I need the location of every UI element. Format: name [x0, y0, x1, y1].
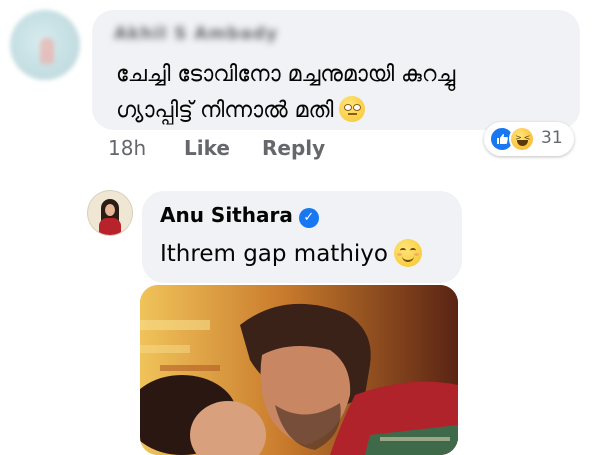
comment-author-name[interactable]: Akhil S Ambady: [114, 24, 278, 44]
reply-text: Ithrem gap mathiyo: [160, 239, 422, 267]
like-button[interactable]: Like: [184, 136, 230, 160]
reply-photo-attachment[interactable]: [140, 285, 458, 455]
reactions-count: 31: [541, 128, 563, 148]
verified-badge-icon: ✓: [298, 208, 319, 228]
reply-text-content: Ithrem gap mathiyo: [160, 241, 388, 267]
comment-text-line-1: ചേച്ചി ടോവിനോ മച്ചനുമായി കുറച്ചു: [116, 62, 456, 87]
smiling-face-emoji-icon: [393, 239, 422, 267]
reactions-summary[interactable]: >< 31: [484, 122, 574, 156]
reply-bubble: Anu Sithara ✓ Ithrem gap mathiyo: [142, 191, 462, 283]
rolling-eyes-emoji-icon: [339, 96, 366, 122]
photo-image: [140, 285, 458, 455]
comment-text-line-2: ഗ്യാപ്പിട്ട് നിന്നാൽ മതി: [116, 96, 366, 123]
comment-text-line-2-text: ഗ്യാപ്പിട്ട് നിന്നാൽ മതി: [116, 98, 334, 123]
avatar-figure: [40, 38, 54, 64]
reply-author-avatar[interactable]: [88, 191, 132, 235]
commenter-avatar[interactable]: [10, 10, 80, 80]
comment-bubble: Akhil S Ambady ചേച്ചി ടോവിനോ മച്ചനുമായി …: [92, 10, 580, 130]
comment-timestamp[interactable]: 18h: [108, 136, 146, 160]
reply-author-name[interactable]: Anu Sithara: [160, 203, 293, 227]
reply-button[interactable]: Reply: [262, 136, 325, 160]
haha-icon: ><: [509, 126, 535, 152]
reply-author[interactable]: Anu Sithara ✓: [160, 203, 319, 228]
